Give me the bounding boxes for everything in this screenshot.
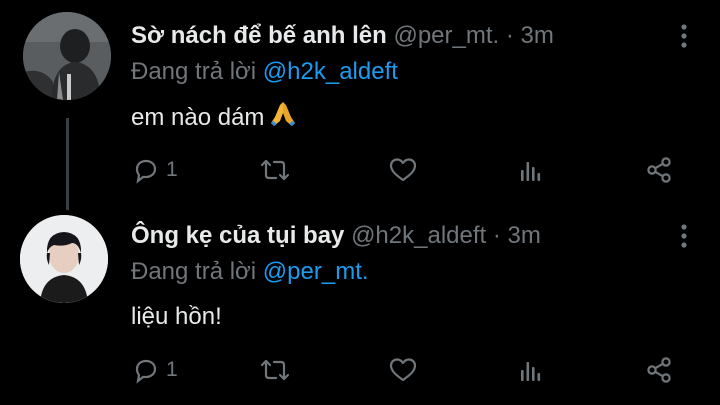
retweet-icon (260, 359, 290, 381)
views-button[interactable] (516, 352, 544, 388)
tweet-header: Sờ nách để bế anh lên @per_mt. · 3m (131, 18, 651, 54)
reply-button[interactable]: 1 (132, 352, 178, 388)
reply-button[interactable]: 1 (132, 152, 178, 188)
like-button[interactable] (388, 152, 424, 188)
retweet-button[interactable] (258, 352, 298, 388)
more-options-icon[interactable] (678, 222, 690, 250)
views-button[interactable] (516, 152, 544, 188)
user-handle[interactable]: @h2k_aldeft (351, 222, 486, 249)
heart-icon (389, 158, 417, 182)
retweet-button[interactable] (258, 152, 298, 188)
views-icon (521, 362, 541, 381)
replying-to: Đang trả lời @per_mt. (131, 256, 369, 288)
views-icon (521, 162, 541, 181)
replying-prefix: Đang trả lời (131, 58, 257, 85)
timestamp[interactable]: 3m (508, 222, 541, 249)
avatar[interactable] (20, 215, 108, 303)
replying-to: Đang trả lời @h2k_aldeft (131, 56, 398, 88)
separator-dot: · (505, 22, 514, 49)
tweet-text: em nào dám (131, 99, 298, 140)
display-name[interactable]: Ông kẹ của tụi bay (131, 222, 344, 249)
reply-count: 1 (166, 158, 178, 181)
replying-mention-link[interactable]: @per_mt. (263, 258, 369, 285)
share-button[interactable] (644, 152, 674, 188)
display-name[interactable]: Sờ nách để bế anh lên (131, 22, 387, 49)
timestamp[interactable]: 3m (521, 22, 554, 49)
like-button[interactable] (388, 352, 424, 388)
heart-icon (389, 358, 417, 382)
more-options-icon[interactable] (678, 22, 690, 50)
share-button[interactable] (644, 352, 674, 388)
comment-icon (135, 159, 157, 184)
tweet-text-content: em nào dám (131, 104, 265, 131)
comment-icon (135, 359, 157, 384)
replying-mention-link[interactable]: @h2k_aldeft (263, 58, 398, 85)
tweet-header: Ông kẹ của tụi bay @h2k_aldeft · 3m (131, 218, 651, 254)
tweet[interactable]: Sờ nách để bế anh lên @per_mt. · 3m Đang… (0, 0, 720, 200)
avatar[interactable] (23, 12, 111, 100)
user-handle[interactable]: @per_mt. (393, 22, 499, 49)
folded-hands-emoji (268, 99, 298, 140)
tweet-actions: 1 (0, 352, 720, 388)
share-icon (647, 357, 671, 383)
tweet-text-content: liệu hồn! (131, 303, 222, 330)
tweet[interactable]: Ông kẹ của tụi bay @h2k_aldeft · 3m Đang… (0, 200, 720, 405)
tweet-text: liệu hồn! (131, 299, 222, 335)
separator-dot: · (492, 222, 501, 249)
replying-prefix: Đang trả lời (131, 258, 257, 285)
share-icon (647, 157, 671, 183)
tweet-actions: 1 (0, 152, 720, 188)
reply-count: 1 (166, 358, 178, 381)
retweet-icon (260, 159, 290, 181)
